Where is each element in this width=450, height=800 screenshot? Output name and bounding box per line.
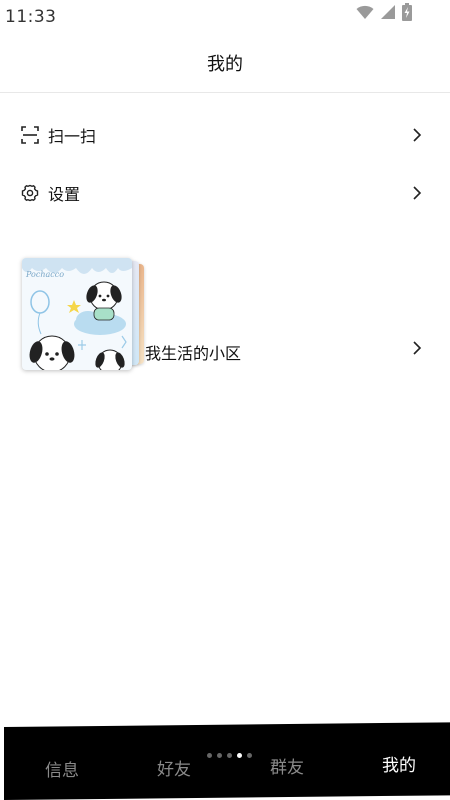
status-bar: 11:33 [0, 0, 450, 34]
scan-icon [20, 125, 40, 145]
screen: 11:33 我的 扫一扫 设置 Pochacco 我生活的小区 信息 好友 群友… [0, 0, 450, 800]
gear-icon [20, 183, 40, 203]
page-dot [227, 753, 232, 758]
status-icons [356, 3, 412, 25]
battery-charging-icon [402, 3, 412, 25]
signal-icon [380, 4, 396, 24]
page-dot [207, 753, 212, 758]
community-label: 我生活的小区 [145, 344, 242, 363]
chevron-right-icon [410, 185, 424, 201]
community-item[interactable]: Pochacco 我生活的小区 [0, 250, 450, 370]
header: 我的 [0, 34, 450, 93]
tab-friends[interactable]: 好友 [157, 755, 191, 780]
community-thumbnail: Pochacco [22, 258, 146, 370]
status-time: 11:33 [5, 7, 57, 27]
menu-item-label: 设置 [48, 185, 81, 204]
bottom-nav: 信息 好友 群友 我的 [4, 727, 450, 800]
page-dot [247, 753, 252, 758]
page-title: 我的 [207, 54, 243, 75]
tab-mine[interactable]: 我的 [382, 751, 416, 776]
tab-messages[interactable]: 信息 [45, 756, 79, 781]
chevron-right-icon [410, 127, 424, 143]
menu-item-settings[interactable]: 设置 [0, 168, 450, 218]
page-dot-active [237, 753, 242, 758]
page-indicator [207, 753, 252, 758]
wifi-icon [356, 4, 374, 24]
page-dot [217, 753, 222, 758]
chevron-right-icon [410, 340, 424, 356]
menu-item-scan[interactable]: 扫一扫 [0, 110, 450, 160]
thumbnail-caption: Pochacco [26, 270, 65, 279]
menu-item-label: 扫一扫 [48, 127, 97, 146]
tab-groups[interactable]: 群友 [270, 753, 304, 778]
thumbnail-card-front: Pochacco [22, 258, 132, 370]
